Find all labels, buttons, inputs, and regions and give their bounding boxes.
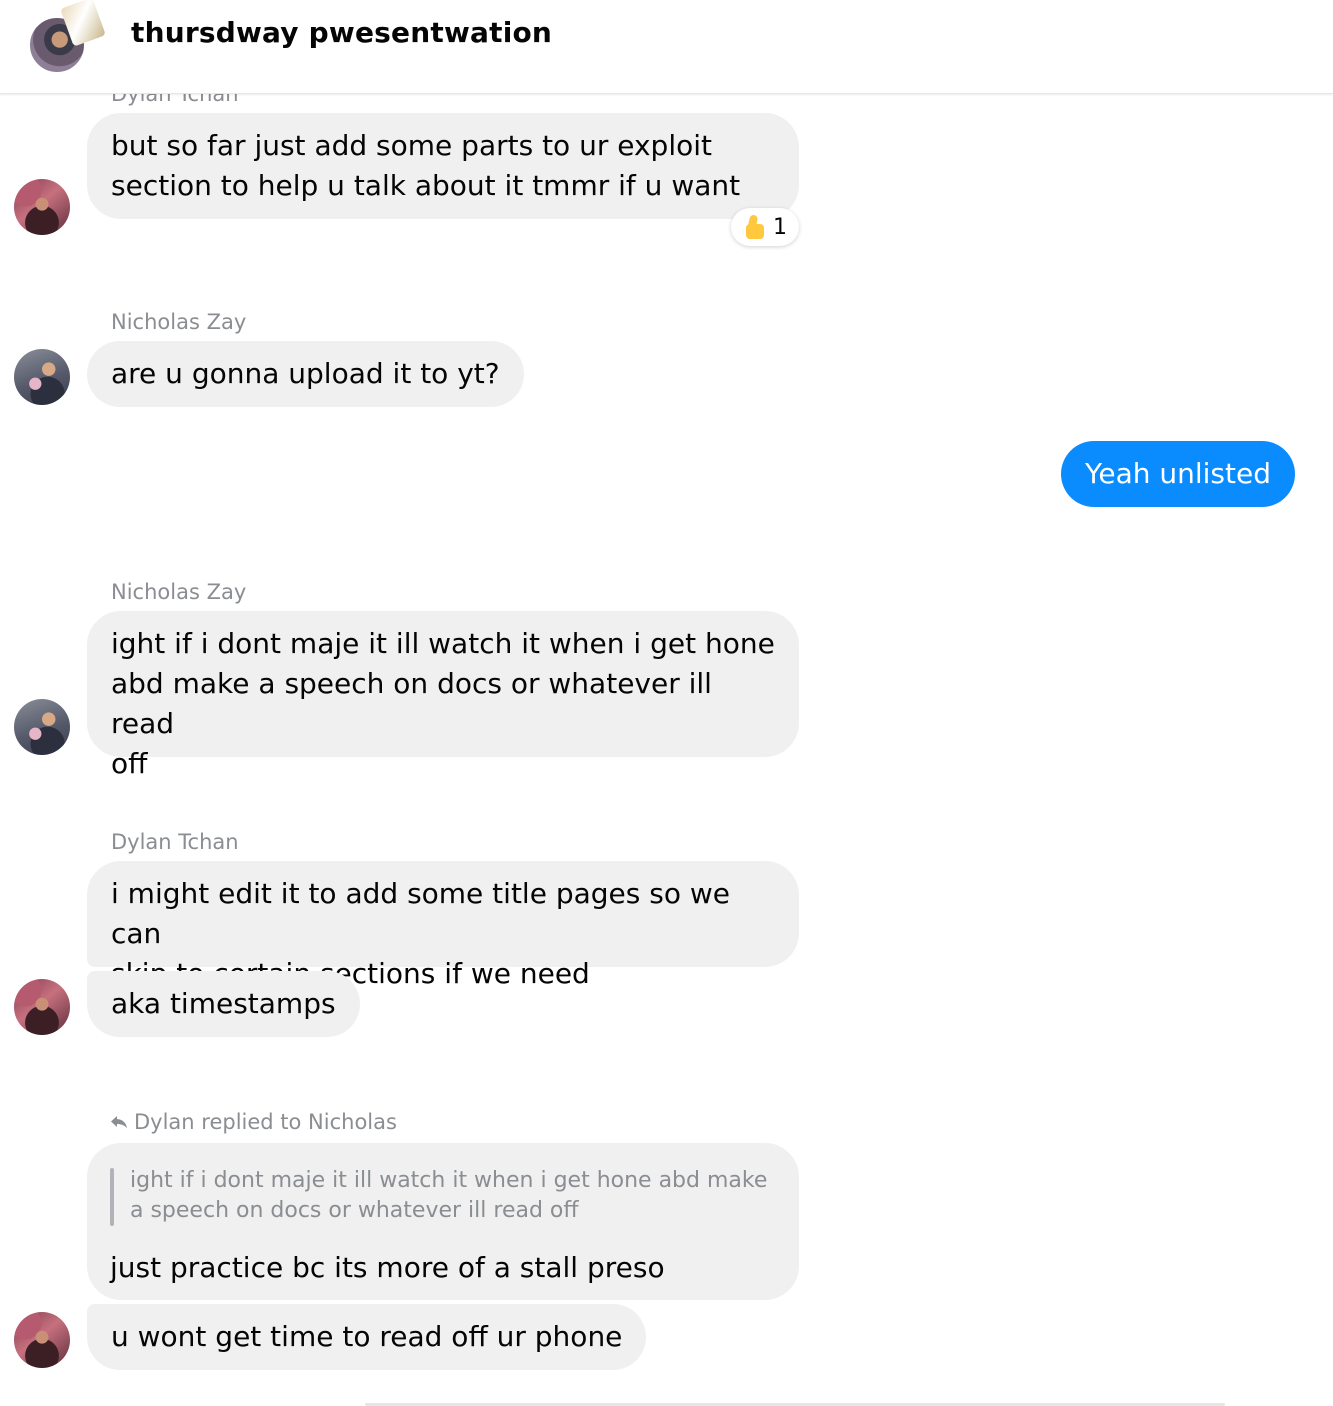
reaction-badge[interactable]: 1 xyxy=(731,208,799,246)
message-bubble[interactable]: are u gonna upload it to yt? xyxy=(87,341,524,407)
sender-name: Dylan Tchan xyxy=(111,830,239,854)
message-bubble[interactable]: ight if i dont maje it ill watch it when… xyxy=(87,611,799,780)
reply-label: Dylan replied to Nicholas xyxy=(110,1110,397,1134)
sender-name: Nicholas Zay xyxy=(111,310,247,334)
message-bubble[interactable]: u wont get time to read off ur phone xyxy=(87,1304,647,1370)
outgoing-message-bubble[interactable]: Yeah unlisted xyxy=(1060,441,1295,507)
avatar[interactable] xyxy=(14,179,70,235)
thread-title[interactable]: thursdway pwesentwation xyxy=(131,16,552,49)
avatar[interactable] xyxy=(14,979,70,1035)
message-bubble[interactable]: i might edit it to add some title pages … xyxy=(87,861,799,990)
avatar[interactable] xyxy=(14,1312,70,1368)
reply-message-text: just practice bc its more of a stall pre… xyxy=(110,1251,665,1284)
avatar[interactable] xyxy=(14,699,70,755)
group-avatar[interactable] xyxy=(28,0,106,74)
sender-name: Nicholas Zay xyxy=(111,580,247,604)
reply-arrow-icon xyxy=(110,1115,128,1129)
thumbs-up-icon xyxy=(743,214,765,240)
reaction-count: 1 xyxy=(773,214,787,240)
reply-label-text: Dylan replied to Nicholas xyxy=(134,1110,397,1134)
avatar[interactable] xyxy=(14,349,70,405)
quoted-message[interactable]: ight if i dont maje it ill watch it when… xyxy=(130,1166,780,1226)
conversation-header: thursdway pwesentwation xyxy=(0,0,1333,94)
message-bubble[interactable]: aka timestamps xyxy=(87,971,360,1037)
quote-bar xyxy=(110,1168,114,1226)
message-bubble[interactable]: but so far just add some parts to ur exp… xyxy=(87,113,799,219)
